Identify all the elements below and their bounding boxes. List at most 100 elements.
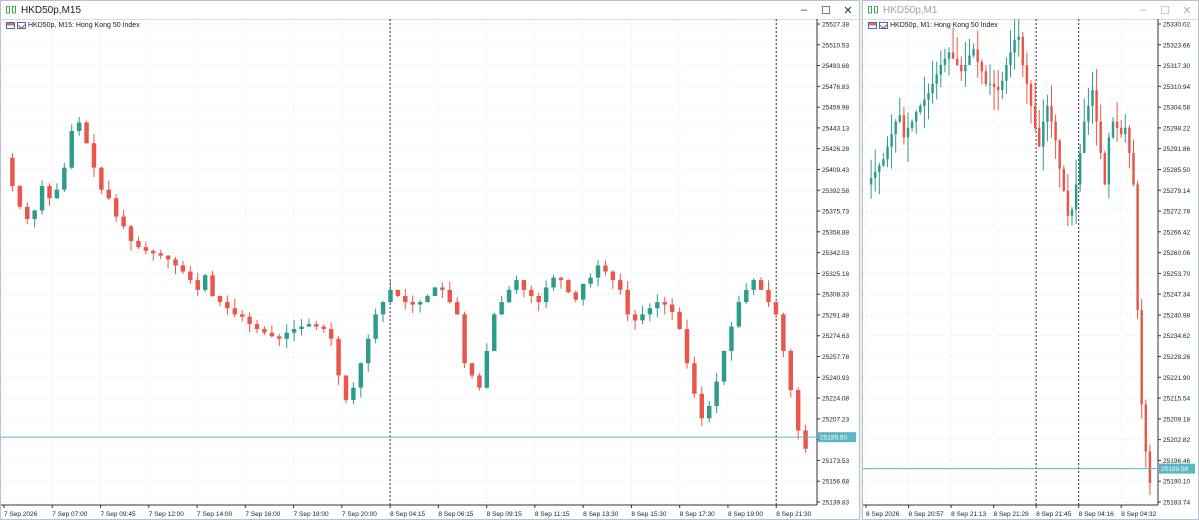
candlestick-chart-m15[interactable]: 25527.38 25510.53 25493.68 25476.83 25459.98… — [1, 19, 859, 519]
candle-body — [803, 430, 808, 449]
chart-indicator-icon[interactable] — [879, 22, 888, 29]
candle-body — [62, 167, 67, 190]
candle-body — [321, 326, 326, 329]
candle-body — [1074, 184, 1078, 210]
candle-body — [269, 332, 275, 337]
candle-body — [1124, 127, 1127, 135]
x-tick-label: 8 Sep 04:32 — [1121, 511, 1156, 518]
candle-body — [729, 326, 734, 351]
candle-body — [1095, 90, 1098, 122]
candle-body — [1070, 209, 1074, 216]
candle-body — [1046, 105, 1049, 122]
x-tick-label: 8 Sep 19:00 — [728, 511, 763, 518]
candle-body — [996, 87, 1000, 91]
candle-body — [232, 308, 238, 315]
candle-body — [972, 49, 975, 56]
maximize-button[interactable]: ☐ — [1154, 1, 1176, 19]
candle-body — [1119, 127, 1123, 135]
candle-body — [217, 296, 223, 303]
candle-body — [395, 289, 401, 296]
window-title: HKD50p,M1 — [883, 4, 938, 16]
candle-body — [662, 302, 667, 305]
candle-body — [1103, 153, 1107, 185]
candle-body — [1033, 105, 1037, 128]
candle-body — [536, 296, 541, 303]
chart-window-m1[interactable]: ⌷⌷ HKD50p,M1 – ☐ ✕ 25330.02 25323.66 25317… — [862, 0, 1199, 520]
candle-body — [373, 314, 378, 339]
candle-body — [1140, 310, 1143, 405]
candle-body — [284, 332, 289, 339]
candle-body — [202, 275, 208, 290]
candle-body — [951, 52, 955, 59]
candle-body — [447, 289, 452, 303]
candle-body — [618, 280, 623, 290]
candle-body — [195, 280, 200, 290]
candle-body — [1078, 153, 1082, 185]
x-tick-label: 8 Sep 15:30 — [631, 511, 666, 518]
candle-body — [477, 375, 482, 388]
y-tick-label: 25409.43 — [822, 167, 849, 174]
candle-body — [1054, 121, 1057, 141]
chart-indicator-icon[interactable] — [17, 22, 26, 29]
candle-body — [1132, 153, 1135, 185]
candle-body — [699, 393, 705, 419]
y-tick-label: 25247.34 — [1163, 292, 1190, 299]
candle-body — [1037, 127, 1041, 147]
minimize-button[interactable]: – — [793, 1, 815, 19]
chart-plot-area[interactable]: 25527.38 25510.53 25493.68 25476.83 25459.98… — [1, 19, 859, 519]
y-tick-label: 25190.10 — [1163, 479, 1190, 486]
candle-body — [647, 308, 653, 315]
candle-body — [17, 186, 23, 207]
y-tick-label: 25156.68 — [822, 479, 849, 486]
candle-body — [1017, 36, 1020, 40]
candle-body — [906, 127, 910, 138]
close-button[interactable]: ✕ — [1176, 1, 1198, 19]
window-titlebar[interactable]: ⌷⌷ HKD50p,M15 – ☐ ✕ — [1, 1, 859, 20]
candle-body — [878, 165, 881, 172]
candle-body — [151, 250, 156, 254]
close-button[interactable]: ✕ — [837, 1, 859, 19]
y-tick-label: 25221.90 — [1163, 375, 1190, 382]
candle-body — [931, 83, 934, 94]
candle-body — [291, 329, 297, 333]
candle-body — [919, 105, 922, 113]
window-titlebar[interactable]: ⌷⌷ HKD50p,M1 – ☐ ✕ — [863, 1, 1198, 20]
legend-text: HKD50p, M15: Hong Kong 50 Index — [28, 22, 140, 29]
bid-price-label: 25189.58 — [1161, 466, 1188, 473]
candle-body — [47, 186, 52, 199]
candle-body — [984, 71, 988, 84]
x-tick-label: 7 Sep 2026 — [4, 511, 38, 518]
chart-window-m15[interactable]: ⌷⌷ HKD50p,M15 – ☐ ✕ 25527.38 25510.53 2549… — [0, 0, 860, 520]
minimize-button[interactable]: – — [1132, 1, 1154, 19]
candle-body — [947, 52, 951, 59]
candle-body — [773, 302, 779, 315]
candle-body — [158, 253, 163, 256]
y-tick-label: 25308.33 — [822, 292, 849, 299]
one-click-trading-icon[interactable] — [868, 22, 877, 29]
y-tick-label: 25215.54 — [1163, 396, 1190, 403]
one-click-trading-icon[interactable] — [6, 22, 15, 29]
candle-body — [1013, 39, 1016, 53]
candle-body — [677, 311, 682, 329]
candle-body — [262, 329, 267, 333]
x-tick-label: 7 Sep 14:00 — [197, 511, 232, 518]
candlestick-chart-m1[interactable]: 25330.02 25323.66 25317.30 25310.94 25304.58… — [863, 19, 1198, 519]
candle-body — [573, 292, 579, 300]
y-tick-label: 25426.28 — [822, 146, 849, 153]
chart-plot-area[interactable]: 25330.02 25323.66 25317.30 25310.94 25304.58… — [863, 19, 1198, 519]
candle-body — [788, 351, 793, 391]
candle-body — [165, 255, 171, 260]
y-tick-label: 25291.86 — [1163, 146, 1190, 153]
y-tick-label: 25510.53 — [822, 42, 849, 49]
candle-body — [336, 338, 341, 376]
y-tick-label: 25392.58 — [822, 188, 849, 195]
y-tick-label: 25317.30 — [1163, 63, 1190, 70]
candle-body — [358, 363, 364, 388]
candle-body — [277, 336, 282, 339]
x-tick-label: 8 Sep 21:29 — [994, 511, 1029, 518]
candle-body — [32, 210, 37, 219]
maximize-button[interactable]: ☐ — [815, 1, 837, 19]
chart-legend: HKD50p, M15: Hong Kong 50 Index — [6, 22, 140, 29]
y-tick-label: 25224.08 — [822, 396, 849, 403]
candle-body — [403, 296, 408, 303]
